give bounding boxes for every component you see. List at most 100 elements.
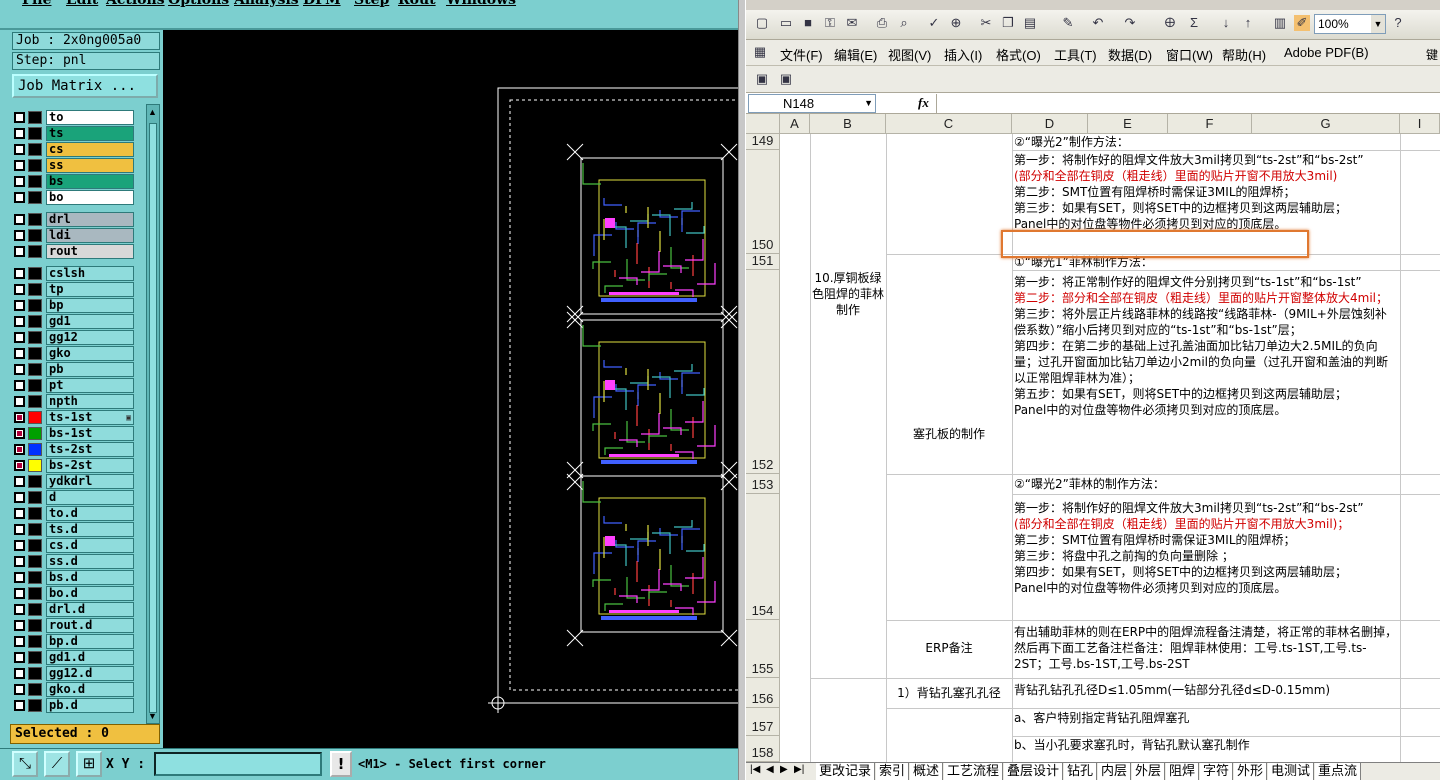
layer-checkbox[interactable] xyxy=(14,192,25,203)
layer-name[interactable]: gg12 xyxy=(46,330,134,345)
layer-checkbox[interactable] xyxy=(14,540,25,551)
layer-name[interactable]: ts xyxy=(46,126,134,141)
layer-color-swatch[interactable] xyxy=(28,459,42,472)
layer-row-gko.d[interactable]: gko.d xyxy=(12,682,136,697)
layer-color-swatch[interactable] xyxy=(28,507,42,520)
layer-name[interactable]: ydkdrl xyxy=(46,474,134,489)
excel-menu-item[interactable]: 窗口(W) xyxy=(1166,45,1213,64)
permission-icon[interactable]: ⚿ xyxy=(822,15,838,31)
open-icon[interactable]: ▭ xyxy=(778,15,794,31)
layer-color-swatch[interactable] xyxy=(28,175,42,188)
layer-color-swatch[interactable] xyxy=(28,315,42,328)
layer-color-swatch[interactable] xyxy=(28,523,42,536)
row-header[interactable]: 150 xyxy=(746,150,780,254)
layer-row-ts.d[interactable]: ts.d xyxy=(12,522,136,537)
grid-tool-button[interactable]: ⊞ xyxy=(76,751,102,777)
layer-row-cslsh[interactable]: cslsh xyxy=(12,266,136,281)
layer-checkbox[interactable] xyxy=(14,556,25,567)
col-header-f[interactable]: F xyxy=(1168,114,1252,134)
col-header-b[interactable]: B xyxy=(810,114,886,134)
layer-checkbox[interactable] xyxy=(14,246,25,257)
excel-menu-item[interactable]: 帮助(H) xyxy=(1222,45,1266,64)
row-header[interactable]: 149 xyxy=(746,133,780,150)
layer-row-to.d[interactable]: to.d xyxy=(12,506,136,521)
layer-checkbox[interactable] xyxy=(14,668,25,679)
layer-row-gd1.d[interactable]: gd1.d xyxy=(12,650,136,665)
cell-d154[interactable]: 第一步：将制作好的阻焊文件放大3mil拷贝到“ts-2st”和“bs-2st” (… xyxy=(1014,500,1398,596)
cell-b-topic[interactable]: 10.厚铜板绿色阻焊的菲林制作 xyxy=(812,270,884,318)
scrollbar-thumb[interactable] xyxy=(149,123,157,713)
fx-icon[interactable]: fx xyxy=(918,95,929,111)
layer-row-drl[interactable]: drl xyxy=(12,212,136,227)
cell-d156[interactable]: 背钻孔钻孔孔径D≤1.05mm(一钻部分孔径d≤D-0.15mm) xyxy=(1014,682,1398,698)
sheet-tab[interactable]: 外形 xyxy=(1234,763,1268,780)
layer-checkbox[interactable] xyxy=(14,476,25,487)
cam-menu-file[interactable]: File xyxy=(22,0,51,8)
layer-checkbox[interactable] xyxy=(14,652,25,663)
layer-row-pt[interactable]: pt xyxy=(12,378,136,393)
layer-name[interactable]: npth xyxy=(46,394,134,409)
excel-menu-item[interactable]: 格式(O) xyxy=(996,45,1041,64)
cut-icon[interactable]: ✂ xyxy=(978,15,994,31)
excel-menu-item[interactable]: 视图(V) xyxy=(888,45,931,64)
sheet-tab[interactable]: 阻焊 xyxy=(1166,763,1200,780)
layer-name[interactable]: bo.d xyxy=(46,586,134,601)
col-header-e[interactable]: E xyxy=(1088,114,1168,134)
layer-checkbox[interactable] xyxy=(14,128,25,139)
layer-color-swatch[interactable] xyxy=(28,491,42,504)
layer-checkbox[interactable] xyxy=(14,214,25,225)
spreadsheet-grid[interactable]: A B C D E F G I 149 150 151 152 153 154 … xyxy=(746,114,1440,762)
layer-name[interactable]: ts.d xyxy=(46,522,134,537)
layer-name[interactable]: bs-2st xyxy=(46,458,134,473)
layer-color-swatch[interactable] xyxy=(28,619,42,632)
layer-color-swatch[interactable] xyxy=(28,267,42,280)
layer-checkbox[interactable] xyxy=(14,230,25,241)
layer-color-swatch[interactable] xyxy=(28,683,42,696)
layer-name[interactable]: pt xyxy=(46,378,134,393)
layer-color-swatch[interactable] xyxy=(28,651,42,664)
layer-name[interactable]: to xyxy=(46,110,134,125)
layer-checkbox[interactable] xyxy=(14,460,25,471)
layer-row-ldi[interactable]: ldi xyxy=(12,228,136,243)
layer-row-bo[interactable]: bo xyxy=(12,190,136,205)
layer-list-scrollbar[interactable]: ▲ ▼ xyxy=(146,104,160,724)
layer-color-swatch[interactable] xyxy=(28,299,42,312)
layer-name[interactable]: bp xyxy=(46,298,134,313)
layer-row-bs-2st[interactable]: bs-2st xyxy=(12,458,136,473)
col-header-i[interactable]: I xyxy=(1400,114,1440,134)
measure-tool-button[interactable]: ⟋ xyxy=(44,751,70,777)
sheet-tab[interactable]: 概述 xyxy=(910,763,944,780)
job-matrix-button[interactable]: Job Matrix ... xyxy=(12,74,158,98)
layer-name[interactable]: ss xyxy=(46,158,134,173)
excel-menu-item[interactable]: 插入(I) xyxy=(944,45,982,64)
layer-checkbox[interactable] xyxy=(14,380,25,391)
layer-row-to[interactable]: to xyxy=(12,110,136,125)
layer-row-bp.d[interactable]: bp.d xyxy=(12,634,136,649)
cam-menu-edit[interactable]: Edit xyxy=(66,0,98,8)
layer-name[interactable]: gd1 xyxy=(46,314,134,329)
excel-menu-item[interactable]: 编辑(E) xyxy=(834,45,877,64)
excel-menu-item[interactable]: Adobe PDF(B) xyxy=(1284,45,1369,60)
paste-icon[interactable]: ▤ xyxy=(1022,15,1038,31)
zoom-tool-button[interactable]: ⤡ xyxy=(12,751,38,777)
layer-color-swatch[interactable] xyxy=(28,143,42,156)
layer-checkbox[interactable] xyxy=(14,176,25,187)
layer-checkbox[interactable] xyxy=(14,700,25,711)
layer-row-rout.d[interactable]: rout.d xyxy=(12,618,136,633)
pdf-email-icon[interactable]: ▣ xyxy=(778,71,794,87)
layer-row-gg12.d[interactable]: gg12.d xyxy=(12,666,136,681)
chart-icon[interactable]: ▥ xyxy=(1272,15,1288,31)
layer-name[interactable]: ss.d xyxy=(46,554,134,569)
layer-row-bs-1st[interactable]: bs-1st xyxy=(12,426,136,441)
layer-color-swatch[interactable] xyxy=(28,699,42,712)
layer-checkbox[interactable] xyxy=(14,620,25,631)
col-header-c[interactable]: C xyxy=(886,114,1012,134)
layer-row-d[interactable]: d xyxy=(12,490,136,505)
layer-checkbox[interactable] xyxy=(14,396,25,407)
layer-row-gg12[interactable]: gg12 xyxy=(12,330,136,345)
layer-color-swatch[interactable] xyxy=(28,603,42,616)
layer-color-swatch[interactable] xyxy=(28,213,42,226)
layer-row-bs[interactable]: bs xyxy=(12,174,136,189)
layer-row-gko[interactable]: gko xyxy=(12,346,136,361)
excel-menu-item[interactable]: 工具(T) xyxy=(1054,45,1097,64)
